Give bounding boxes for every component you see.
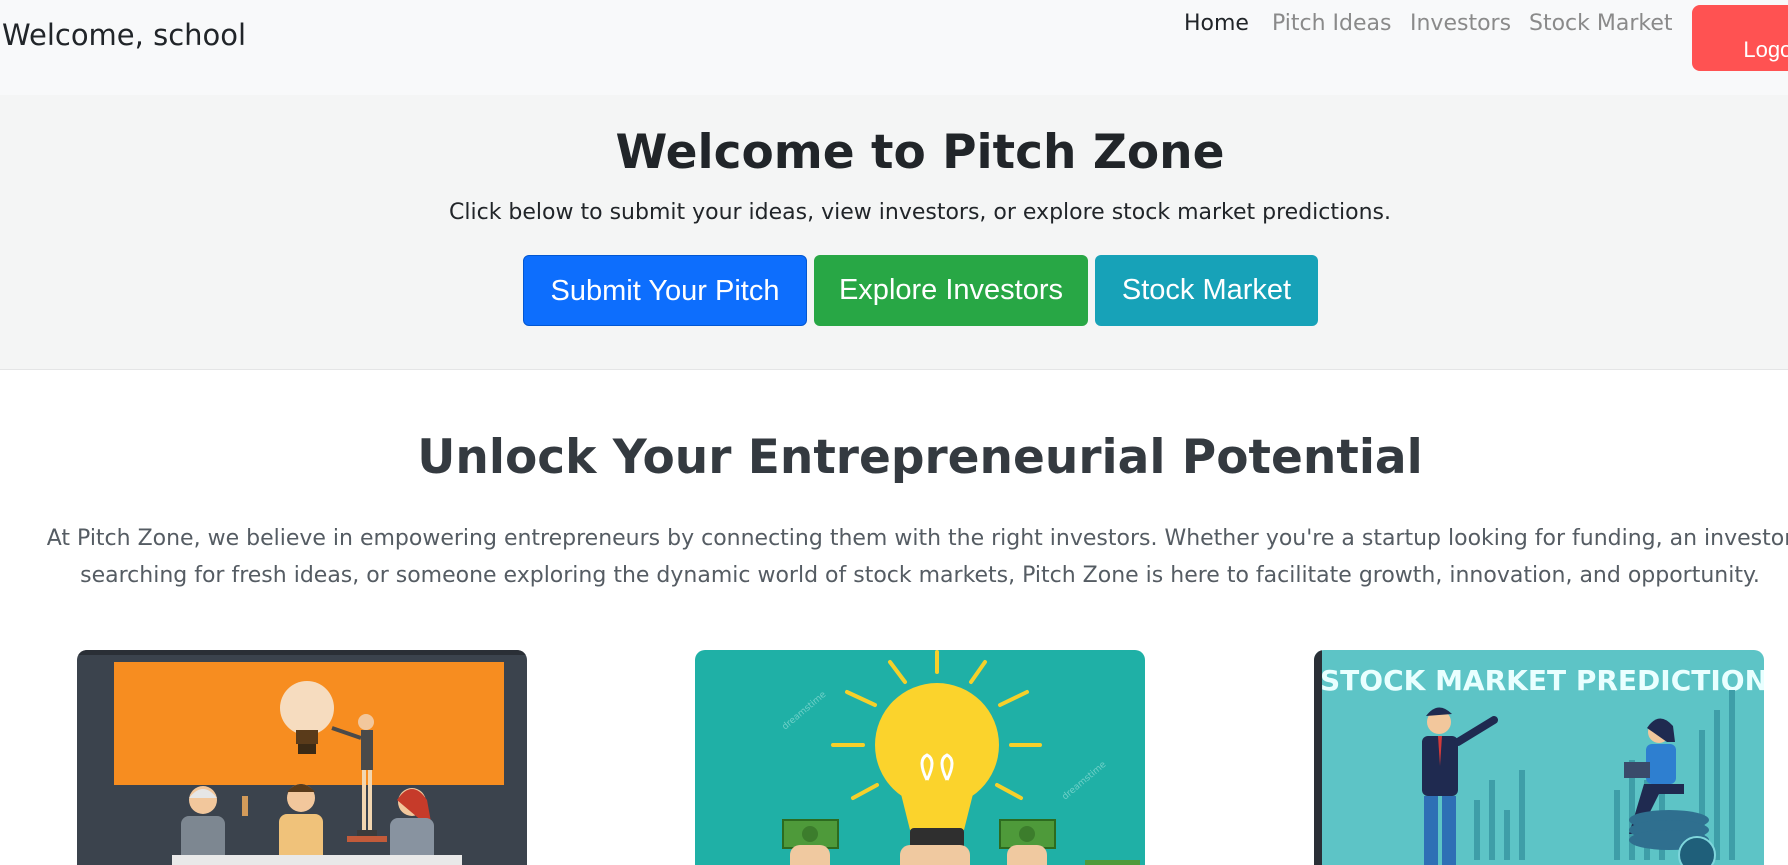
nav-link-investors[interactable]: Investors (1410, 11, 1511, 36)
hero-subtitle: Click below to submit your ideas, view i… (449, 200, 1391, 225)
explore-investors-button[interactable]: Explore Investors (814, 255, 1088, 326)
section-description: At Pitch Zone, we believe in empowering … (46, 526, 1788, 588)
welcome-brand: Welcome, school (2, 18, 247, 52)
submit-pitch-button[interactable]: Submit Your Pitch (523, 255, 807, 326)
nav-link-home[interactable]: Home (1184, 11, 1249, 36)
stock-market-button[interactable]: Stock Market (1095, 255, 1318, 326)
navbar: Welcome, school Home Pitch Ideas Investo… (0, 0, 1788, 95)
idea-funding-image: dreamstime dreamstime (695, 650, 1145, 865)
logout-button[interactable]: Logout (1692, 5, 1788, 71)
hero-section: Welcome to Pitch Zone Click below to sub… (0, 95, 1788, 370)
nav-link-stock-market[interactable]: Stock Market (1529, 11, 1673, 36)
hero-title: Welcome to Pitch Zone (615, 125, 1225, 180)
stock-prediction-image: STOCK MARKET PREDICTION (1314, 650, 1764, 865)
section-title: Unlock Your Entrepreneurial Potential (417, 430, 1423, 485)
nav-link-pitch-ideas[interactable]: Pitch Ideas (1272, 11, 1392, 36)
pitch-presentation-image (77, 650, 527, 865)
stock-banner-text: STOCK MARKET PREDICTION (1320, 664, 1764, 697)
